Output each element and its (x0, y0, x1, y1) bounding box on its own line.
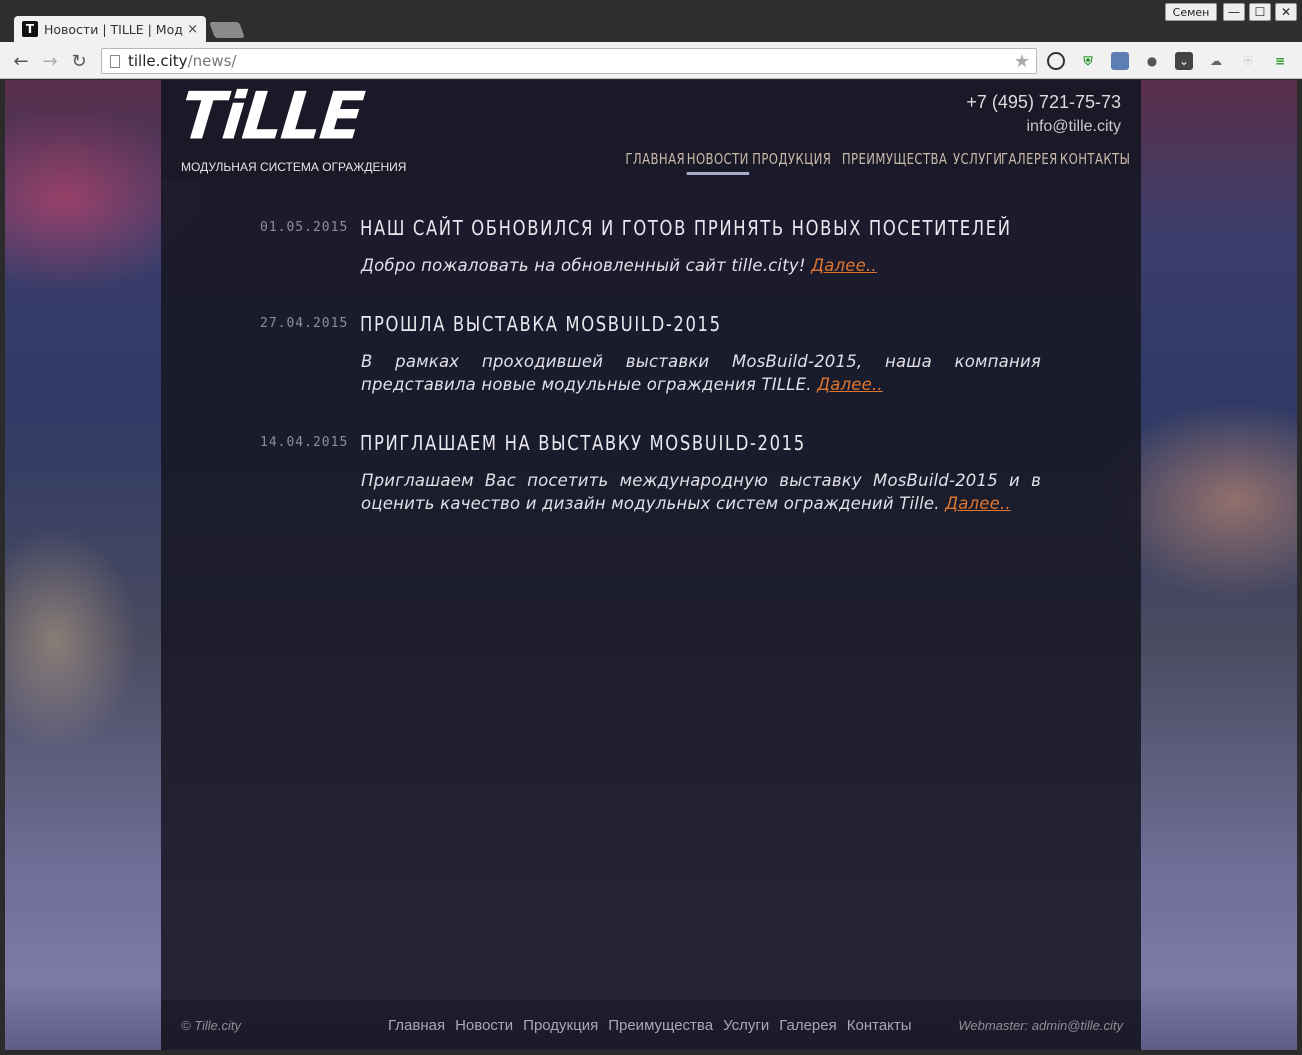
extension-shield-icon[interactable]: ⛨ (1079, 52, 1097, 70)
extension-lock-icon[interactable]: ● (1143, 52, 1161, 70)
news-title[interactable]: ПРИГЛАШАЕМ НА ВЫСТАВКУ MOSBUILD-2015 (360, 431, 806, 455)
footer-link-gallery[interactable]: Галерея (779, 1017, 837, 1034)
extension-book-icon[interactable] (1111, 52, 1129, 70)
main-nav: ГЛАВНАЯ НОВОСТИ ПРОДУКЦИЯ ПРЕИМУЩЕСТВА У… (626, 150, 1130, 175)
address-bar[interactable]: tille.city/news/ ★ (101, 48, 1037, 74)
back-icon[interactable]: ← (10, 50, 32, 72)
site-footer: © Tille.city Главная Новости Продукция П… (161, 1000, 1141, 1050)
menu-icon[interactable]: ≡ (1271, 52, 1289, 70)
read-more-link[interactable]: Далее.. (811, 256, 877, 275)
pocket-icon[interactable]: ⌄ (1175, 52, 1193, 70)
nav-item-products[interactable]: ПРОДУКЦИЯ (752, 150, 831, 175)
forward-icon[interactable]: → (39, 50, 61, 72)
browser-titlebar: T Новости | TILLE | Модульная система ог… (0, 0, 1302, 42)
minimize-button[interactable]: — (1223, 3, 1245, 21)
nav-item-contacts[interactable]: КОНТАКТЫ (1060, 150, 1130, 175)
browser-tab[interactable]: T Новости | TILLE | Модульная система ог… (14, 16, 206, 42)
bookmark-star-icon[interactable]: ★ (1014, 51, 1030, 72)
tab-title: Новости | TILLE | Модульная система огра… (44, 21, 183, 37)
content-panel: TiLLE МОДУЛЬНАЯ СИСТЕМА ОГРАЖДЕНИЯ +7 (4… (161, 80, 1141, 1050)
news-text-body: Приглашаем Вас посетить международную вы… (361, 471, 1041, 513)
phone-number[interactable]: +7 (495) 721-75-73 (966, 92, 1121, 113)
logo-tagline: МОДУЛЬНАЯ СИСТЕМА ОГРАЖДЕНИЯ (181, 160, 407, 174)
extension-camera-icon[interactable] (1047, 52, 1065, 70)
page-icon (110, 54, 120, 68)
footer-link-advantages[interactable]: Преимущества (608, 1017, 713, 1034)
url-path: /news/ (187, 52, 237, 70)
read-more-link[interactable]: Далее.. (817, 375, 883, 394)
news-date: 01.05.2015 (260, 220, 349, 235)
footer-copyright: © Tille.city (181, 1017, 242, 1033)
nav-item-advantages[interactable]: ПРЕИМУЩЕСТВА (841, 150, 946, 175)
nav-item-services[interactable]: УСЛУГИ (953, 150, 1002, 175)
email-link[interactable]: info@tille.city (1027, 118, 1122, 136)
close-window-button[interactable]: ✕ (1275, 3, 1297, 21)
extension-shield-gray-icon[interactable]: ⛨ (1239, 52, 1257, 70)
tab-close-icon[interactable]: × (187, 22, 198, 37)
site-favicon-icon: T (22, 21, 38, 37)
news-text-body: В рамках проходившей выставки MosBuild-2… (361, 352, 1041, 394)
site-logo[interactable]: TiLLE (177, 80, 366, 155)
nav-item-gallery[interactable]: ГАЛЕРЕЯ (1001, 150, 1058, 175)
news-text: В рамках проходившей выставки MosBuild-2… (361, 350, 1041, 396)
new-tab-button[interactable] (209, 22, 245, 38)
reload-icon[interactable]: ↻ (68, 50, 90, 72)
footer-link-news[interactable]: Новости (455, 1017, 513, 1034)
footer-nav: Главная Новости Продукция Преимущества У… (388, 1017, 912, 1034)
maximize-button[interactable]: ☐ (1249, 3, 1271, 21)
footer-link-contacts[interactable]: Контакты (847, 1017, 912, 1034)
footer-webmaster[interactable]: Webmaster: admin@tille.city (958, 1018, 1123, 1033)
news-text: Приглашаем Вас посетить международную вы… (361, 469, 1041, 515)
page-background: TiLLE МОДУЛЬНАЯ СИСТЕМА ОГРАЖДЕНИЯ +7 (4… (5, 80, 1297, 1050)
site-header: TiLLE МОДУЛЬНАЯ СИСТЕМА ОГРАЖДЕНИЯ +7 (4… (161, 80, 1141, 179)
footer-link-services[interactable]: Услуги (723, 1017, 769, 1034)
footer-link-products[interactable]: Продукция (523, 1017, 598, 1034)
news-date: 27.04.2015 (260, 316, 349, 331)
news-text: Добро пожаловать на обновленный сайт til… (361, 254, 1041, 277)
news-title[interactable]: ПРОШЛА ВЫСТАВКА MOSBUILD-2015 (360, 312, 722, 336)
read-more-link[interactable]: Далее.. (945, 494, 1011, 513)
footer-link-home[interactable]: Главная (388, 1017, 445, 1034)
url-host: tille.city (128, 52, 188, 70)
cloud-upload-icon[interactable]: ☁ (1207, 52, 1225, 70)
news-title[interactable]: НАШ САЙТ ОБНОВИЛСЯ И ГОТОВ ПРИНЯТЬ НОВЫХ… (360, 216, 1012, 240)
browser-toolbar: ← → ↻ tille.city/news/ ★ ⛨ ● ⌄ ☁ ⛨ ≡ (0, 42, 1302, 79)
profile-button[interactable]: Семен (1165, 3, 1217, 21)
news-date: 14.04.2015 (260, 435, 349, 450)
news-text-body: Добро пожаловать на обновленный сайт til… (361, 256, 806, 275)
nav-item-news[interactable]: НОВОСТИ (686, 150, 749, 175)
nav-item-home[interactable]: ГЛАВНАЯ (626, 150, 686, 175)
